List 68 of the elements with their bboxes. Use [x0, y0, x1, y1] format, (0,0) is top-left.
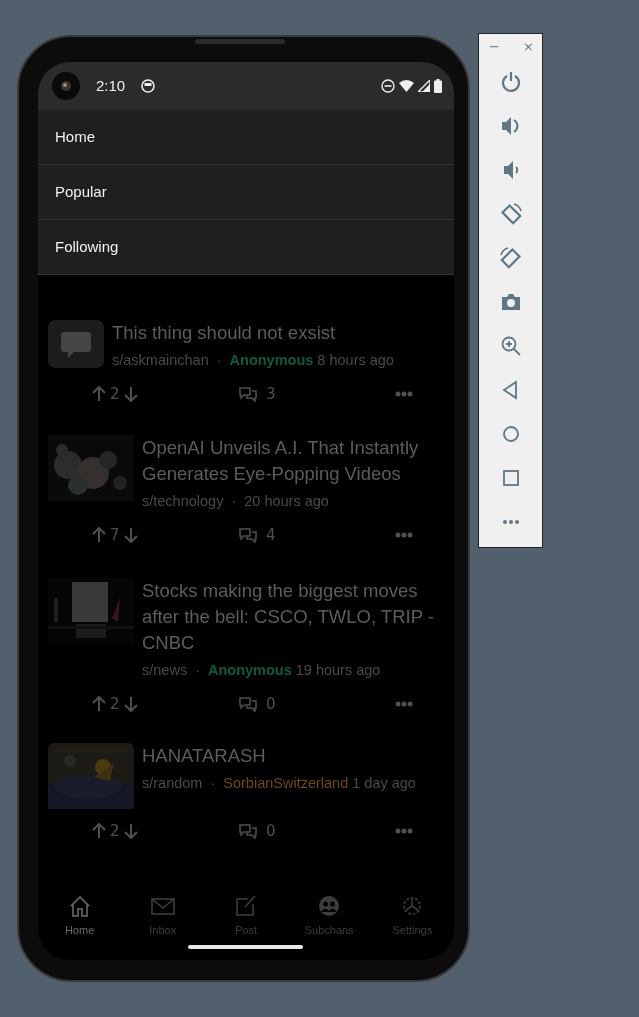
comments-icon[interactable]: [238, 526, 258, 543]
author-name[interactable]: Anonymous: [229, 350, 314, 372]
comment-count: 4: [266, 524, 276, 546]
downvote-icon[interactable]: [123, 695, 138, 712]
subchan-link[interactable]: s/random: [142, 773, 203, 795]
upvote-icon[interactable]: [92, 823, 106, 839]
upvote-icon[interactable]: [92, 385, 106, 402]
post-title: OpenAI Unveils A.I. That Instantly Generates Eye-Popping Videos: [142, 436, 420, 486]
zoom-icon[interactable]: [499, 335, 522, 357]
status-time: 2:10: [96, 75, 126, 96]
vote-count: 2: [110, 383, 120, 405]
comment-count: 3: [266, 383, 276, 405]
more-icon[interactable]: [395, 700, 413, 707]
author-name[interactable]: Anonymous: [208, 660, 292, 682]
post-time: 19 hours ago: [295, 661, 381, 680]
post-time: 20 hours ago: [244, 492, 329, 511]
nav-tab[interactable]: Inbox: [121, 893, 205, 938]
comment-count: 0: [266, 820, 276, 842]
author-name[interactable]: SorbianSwitzerland: [223, 773, 349, 795]
menu-item[interactable]: Following: [38, 220, 454, 275]
notification-icon: [141, 79, 156, 93]
separator: ·: [216, 351, 222, 370]
chat-bubble-icon: [48, 320, 104, 368]
subchan-link[interactable]: s/news: [142, 660, 188, 682]
separator: ·: [195, 661, 200, 680]
nav-tab[interactable]: Subchans: [287, 893, 371, 938]
upvote-icon[interactable]: [92, 526, 106, 543]
vote-count: 7: [110, 524, 120, 546]
edit-icon: [233, 893, 258, 918]
group-icon: [317, 893, 342, 918]
downvote-icon[interactable]: [123, 823, 138, 839]
comments-icon[interactable]: [238, 385, 258, 402]
camera-icon[interactable]: [499, 291, 522, 313]
subchan-link[interactable]: s/technology: [142, 491, 224, 513]
power-icon[interactable]: [499, 71, 522, 93]
vote-count: 2: [110, 693, 120, 715]
nav-tab[interactable]: Home: [38, 893, 122, 938]
upvote-icon[interactable]: [92, 695, 106, 712]
downvote-icon[interactable]: [123, 526, 138, 543]
menu-item[interactable]: Popular: [38, 165, 454, 220]
nav-tab[interactable]: Settings: [370, 893, 454, 938]
close-button[interactable]: ×: [523, 37, 534, 57]
post-time: 1 day ago: [352, 774, 416, 793]
rotate-left-icon[interactable]: [499, 203, 522, 225]
subchan-link[interactable]: s/askmainchan: [112, 350, 209, 372]
minimize-button[interactable]: −: [489, 37, 500, 57]
post-time: 8 hours ago: [317, 351, 394, 370]
comments-icon[interactable]: [238, 695, 258, 712]
post-title: HANATARASH: [142, 744, 267, 768]
nav-tab[interactable]: Post: [204, 893, 288, 938]
wifi-icon: [399, 80, 414, 92]
separator: ·: [231, 492, 237, 511]
battery-icon: [434, 79, 442, 93]
post-title: This thing should not exsist: [112, 321, 337, 345]
vote-count: 2: [110, 820, 120, 842]
do-not-disturb-icon: [381, 79, 395, 93]
signal-icon: [418, 80, 430, 92]
more-icon[interactable]: [395, 390, 413, 397]
downvote-icon[interactable]: [123, 385, 138, 402]
comments-icon[interactable]: [238, 823, 258, 839]
post-title: Stocks making the biggest moves after the bell: CSCO, TWLO, TRIP - CNBC: [142, 579, 435, 655]
more-icon[interactable]: [395, 531, 413, 538]
menu-item[interactable]: Home: [38, 110, 454, 165]
rotate-right-icon[interactable]: [499, 247, 522, 269]
more-icon[interactable]: [395, 828, 413, 834]
camera-cutout-icon: [52, 72, 80, 100]
separator: ·: [210, 774, 216, 793]
comment-count: 0: [266, 693, 276, 715]
